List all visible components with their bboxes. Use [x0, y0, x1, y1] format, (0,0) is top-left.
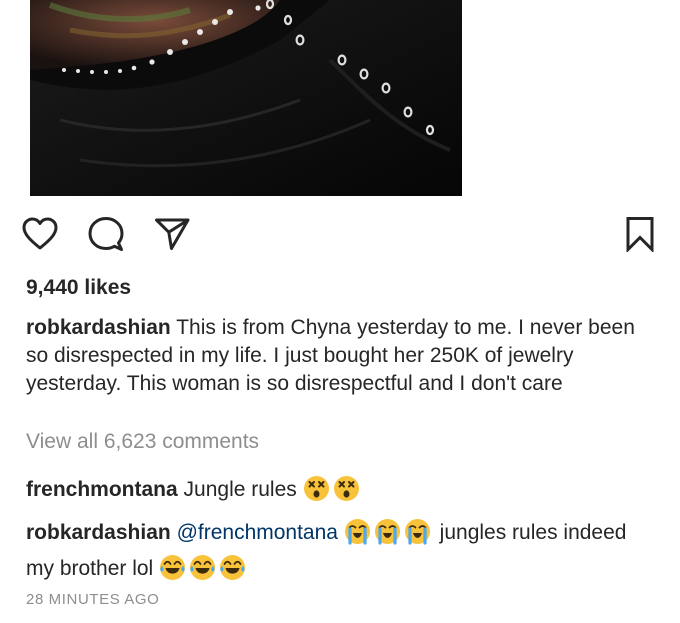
heart-outline-icon — [22, 217, 58, 256]
caption-username[interactable]: robkardashian — [26, 316, 171, 339]
comment-text: Jungle rules — [183, 478, 297, 501]
loudly-crying-face-emoji — [374, 518, 401, 545]
tears-of-joy-emoji — [189, 554, 216, 581]
like-button[interactable] — [18, 214, 62, 258]
instagram-post: 9,440 likes robkardashian This is from C… — [0, 0, 680, 623]
loudly-crying-face-emoji — [344, 518, 371, 545]
comment-username[interactable]: frenchmontana — [26, 478, 178, 501]
comment-item: frenchmontana Jungle rules — [26, 472, 656, 508]
dizzy-face-emoji — [333, 475, 360, 502]
paper-plane-icon — [154, 217, 190, 256]
tears-of-joy-emoji — [159, 554, 186, 581]
likes-count[interactable]: 9,440 likes — [26, 276, 131, 300]
action-bar — [0, 214, 680, 258]
comment-mention[interactable]: @frenchmontana — [177, 521, 338, 544]
save-button[interactable] — [618, 214, 662, 258]
bookmark-outline-icon — [625, 216, 655, 257]
comment-username[interactable]: robkardashian — [26, 521, 171, 544]
post-caption: robkardashian This is from Chyna yesterd… — [26, 314, 656, 398]
post-photo[interactable] — [30, 0, 462, 196]
tears-of-joy-emoji — [219, 554, 246, 581]
loudly-crying-face-emoji — [404, 518, 431, 545]
dizzy-face-emoji — [303, 475, 330, 502]
comment-item: robkardashian @frenchmontana jungles rul… — [26, 515, 656, 587]
post-timestamp: 28 MINUTES AGO — [26, 591, 160, 608]
speech-bubble-icon — [88, 216, 124, 257]
view-all-comments-link[interactable]: View all 6,623 comments — [26, 430, 259, 454]
share-button[interactable] — [150, 214, 194, 258]
comment-button[interactable] — [84, 214, 128, 258]
